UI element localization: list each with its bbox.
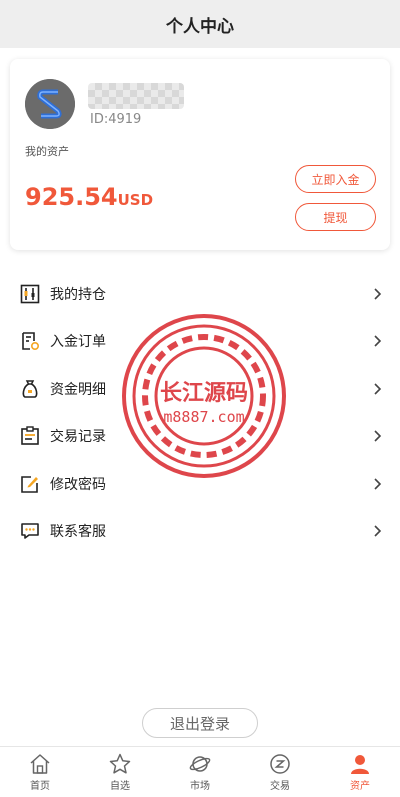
tab-label: 资产 xyxy=(350,780,370,792)
tab-label: 市场 xyxy=(190,780,210,792)
tab-label: 自选 xyxy=(110,780,130,792)
trade-record-icon xyxy=(21,426,39,446)
exchange-icon xyxy=(270,753,290,774)
chevron-right-icon xyxy=(374,383,382,395)
bottom-tab-bar: 首页 自选 市场 交易 资产 xyxy=(0,746,400,797)
home-icon xyxy=(30,753,50,774)
tab-assets[interactable]: 资产 xyxy=(320,747,400,797)
star-icon xyxy=(109,753,131,774)
menu-item-holdings[interactable]: 我的持仓 xyxy=(0,270,400,318)
holdings-icon xyxy=(20,284,40,304)
username-blurred xyxy=(88,83,184,109)
planet-icon xyxy=(189,755,211,772)
watermark-line2: m8887.com xyxy=(163,408,244,426)
tab-label: 交易 xyxy=(270,780,290,792)
tab-home[interactable]: 首页 xyxy=(0,747,80,797)
user-id: ID:4919 xyxy=(90,112,142,127)
deposit-button[interactable]: 立即入金 xyxy=(295,165,376,193)
chevron-right-icon xyxy=(374,478,382,490)
chevron-right-icon xyxy=(374,335,382,347)
watermark-line1: 长江源码 xyxy=(160,381,248,406)
avatar[interactable] xyxy=(25,79,75,129)
balance-amount: 925.54USD xyxy=(25,183,153,211)
asset-label: 我的资产 xyxy=(25,145,69,158)
menu-label: 入金订单 xyxy=(50,334,106,351)
balance-currency: USD xyxy=(117,191,154,209)
top-bar: 个人中心 xyxy=(0,0,400,48)
money-bag-icon xyxy=(22,380,38,398)
balance-number: 925.54 xyxy=(25,183,118,211)
user-icon xyxy=(351,754,369,774)
menu-label: 修改密码 xyxy=(50,476,106,493)
customer-service-icon xyxy=(21,523,39,540)
menu-label: 交易记录 xyxy=(50,429,106,446)
tab-trade[interactable]: 交易 xyxy=(240,747,320,797)
deposit-order-icon xyxy=(22,332,40,351)
logout-button[interactable]: 退出登录 xyxy=(142,708,258,738)
page-title: 个人中心 xyxy=(166,16,234,37)
menu-label: 我的持仓 xyxy=(50,286,106,303)
menu-item-customer-service[interactable]: 联系客服 xyxy=(0,508,400,556)
asset-card: ID:4919 我的资产 925.54USD 立即入金 提现 xyxy=(10,59,390,250)
tab-market[interactable]: 市场 xyxy=(160,747,240,797)
watermark-seal: 长江源码 m8887.com xyxy=(122,314,286,478)
withdraw-button[interactable]: 提现 xyxy=(295,203,376,231)
tab-favorites[interactable]: 自选 xyxy=(80,747,160,797)
chevron-right-icon xyxy=(374,288,382,300)
chevron-right-icon xyxy=(374,525,382,537)
logo-s-icon xyxy=(25,79,75,129)
tab-label: 首页 xyxy=(30,780,50,792)
chevron-right-icon xyxy=(374,430,382,442)
edit-password-icon xyxy=(21,475,38,493)
menu-label: 联系客服 xyxy=(50,524,106,541)
menu-label: 资金明细 xyxy=(50,381,106,398)
